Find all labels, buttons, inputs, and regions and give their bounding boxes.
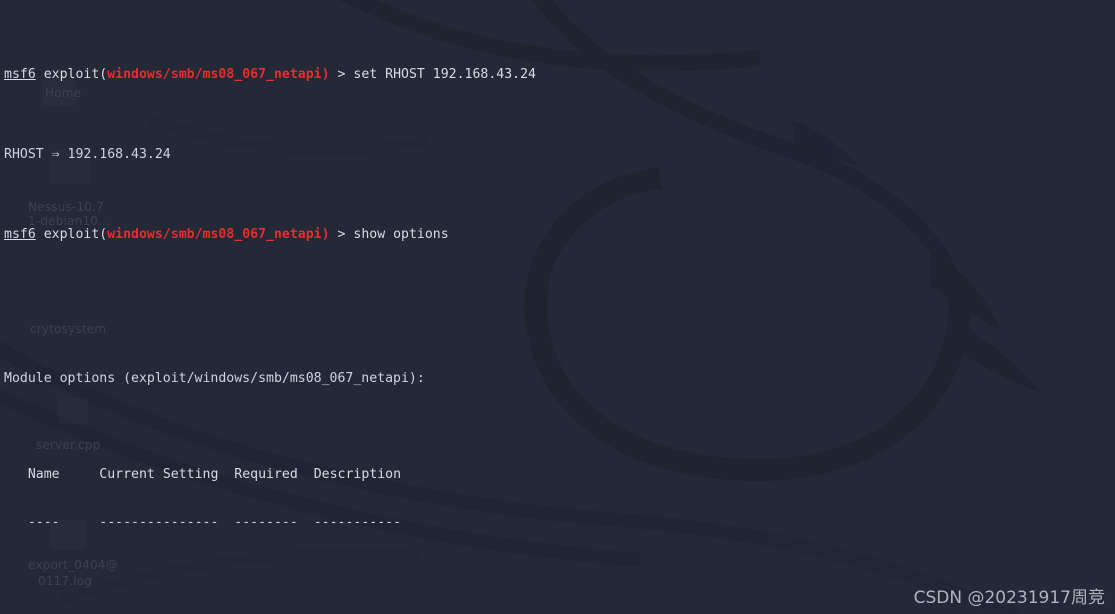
rule-description: ----------- bbox=[313, 515, 402, 530]
terminal-output[interactable]: msf6 exploit(windows/smb/ms08_067_netapi… bbox=[0, 0, 1115, 614]
col-header-description: Description bbox=[313, 467, 402, 482]
prompt-line-set-rhost: msf6 exploit(windows/smb/ms08_067_netapi… bbox=[2, 67, 1115, 83]
col-header-name: Name bbox=[27, 467, 60, 482]
col-header-required: Required bbox=[234, 467, 298, 482]
col-header-current-setting: Current Setting bbox=[99, 467, 219, 482]
prompt-exploit-open: exploit( bbox=[35, 67, 108, 82]
prompt-arrow: > bbox=[329, 67, 354, 82]
rule-required: -------- bbox=[234, 515, 298, 530]
prompt-arrow: > bbox=[329, 227, 354, 242]
rhost-ack-line: RHOST ⇒ 192.168.43.24 bbox=[4, 147, 171, 162]
module-options-heading: Module options (exploit/windows/smb/ms08… bbox=[4, 371, 425, 386]
prompt-module-path: windows/smb/ms08_067_netapi bbox=[107, 227, 322, 242]
prompt-line-show-options: msf6 exploit(windows/smb/ms08_067_netapi… bbox=[2, 227, 1115, 243]
rule-name: ---- bbox=[27, 515, 60, 530]
module-options-rule-row: ---- --------------- -------- ----------… bbox=[2, 515, 1115, 531]
prompt-paren-close: ) bbox=[321, 227, 330, 242]
prompt-user: msf6 bbox=[4, 227, 36, 242]
prompt-exploit-open: exploit( bbox=[35, 227, 108, 242]
terminal-window: Home Nessus-10.7 1-debian10… crytosystem… bbox=[0, 0, 1115, 614]
prompt-user: msf6 bbox=[4, 67, 36, 82]
prompt-paren-close: ) bbox=[321, 67, 330, 82]
module-options-header-row: Name Current Setting Required Descriptio… bbox=[2, 467, 1115, 483]
rule-current-setting: --------------- bbox=[99, 515, 219, 530]
command-set-rhost: set RHOST 192.168.43.24 bbox=[353, 67, 537, 82]
command-show-options: show options bbox=[353, 227, 449, 242]
prompt-module-path: windows/smb/ms08_067_netapi bbox=[107, 67, 322, 82]
